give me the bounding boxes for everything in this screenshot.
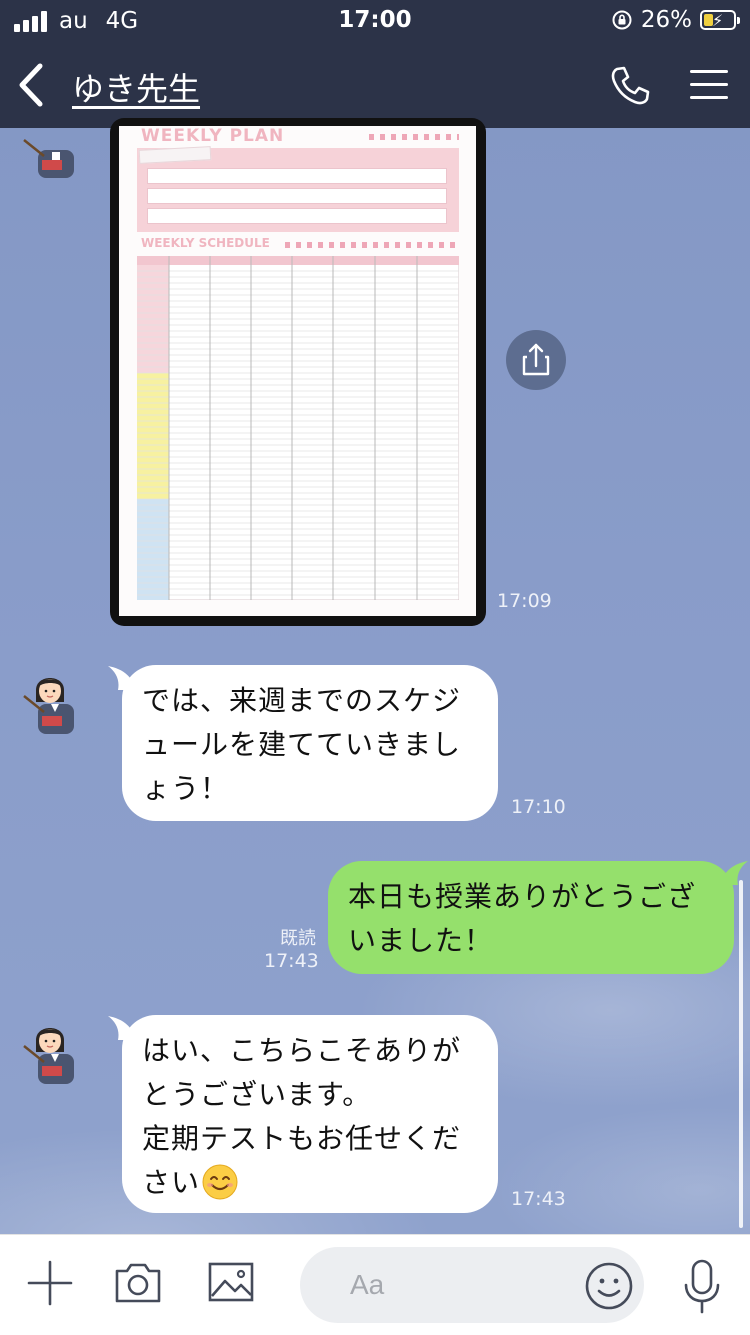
rotation-lock-icon <box>612 10 632 30</box>
battery-percent: 26% <box>640 7 692 33</box>
emoji-icon[interactable] <box>584 1261 634 1311</box>
image-message[interactable]: WEEKLY PLAN WEEKLY SCHEDULE <box>110 118 486 626</box>
smiling-face-icon <box>202 1164 238 1200</box>
message-time: 17:43 <box>511 1188 566 1210</box>
phone-icon[interactable] <box>608 64 652 108</box>
message-line: とうございます。 <box>142 1078 372 1111</box>
message-bubble[interactable]: 本日も授業ありがとうござ いました！ <box>328 861 734 974</box>
message-time: 17:43 <box>264 950 319 972</box>
back-icon[interactable] <box>14 62 50 108</box>
message-bubble[interactable]: では、来週までのスケジ ュールを建てていきまし ょう！ <box>122 665 498 821</box>
message-line: ュールを建てていきまし <box>142 728 462 761</box>
message-bubble[interactable]: はい、こちらこそありが とうございます。 定期テストもお任せくだ さい <box>122 1015 498 1213</box>
microphone-icon[interactable] <box>680 1257 724 1317</box>
share-button[interactable] <box>506 330 566 390</box>
read-receipt: 既読 <box>280 928 316 949</box>
avatar[interactable] <box>20 666 80 736</box>
message-time: 17:10 <box>511 796 566 818</box>
plus-icon[interactable] <box>26 1259 74 1307</box>
avatar[interactable] <box>20 1016 80 1086</box>
image-icon[interactable] <box>207 1259 255 1305</box>
image-plan-title: WEEKLY PLAN <box>141 126 285 146</box>
battery-icon: ⚡ <box>700 10 740 30</box>
menu-icon[interactable] <box>690 68 728 102</box>
image-schedule-title: WEEKLY SCHEDULE <box>141 236 270 250</box>
chat-title[interactable]: ゆき先生 <box>72 64 200 110</box>
message-line: 定期テストもお任せくだ <box>142 1122 462 1155</box>
message-line: 本日も授業ありがとうござ <box>348 880 697 913</box>
message-time: 17:09 <box>497 590 552 612</box>
message-line: はい、こちらこそありが <box>142 1034 462 1067</box>
message-line: ょう！ <box>142 772 230 805</box>
input-bar <box>0 1234 750 1335</box>
status-bar: au 4G 17:00 26% ⚡ <box>0 0 750 42</box>
camera-icon[interactable] <box>114 1259 162 1305</box>
avatar[interactable] <box>20 110 80 180</box>
chat-header: ゆき先生 <box>0 42 750 128</box>
message-line: では、来週までのスケジ <box>142 684 462 717</box>
scrollbar[interactable] <box>739 880 743 1228</box>
message-line: さい <box>142 1166 201 1199</box>
share-icon <box>522 343 550 376</box>
schedule-image[interactable]: WEEKLY PLAN WEEKLY SCHEDULE <box>119 126 476 616</box>
message-line: いました！ <box>348 924 494 957</box>
